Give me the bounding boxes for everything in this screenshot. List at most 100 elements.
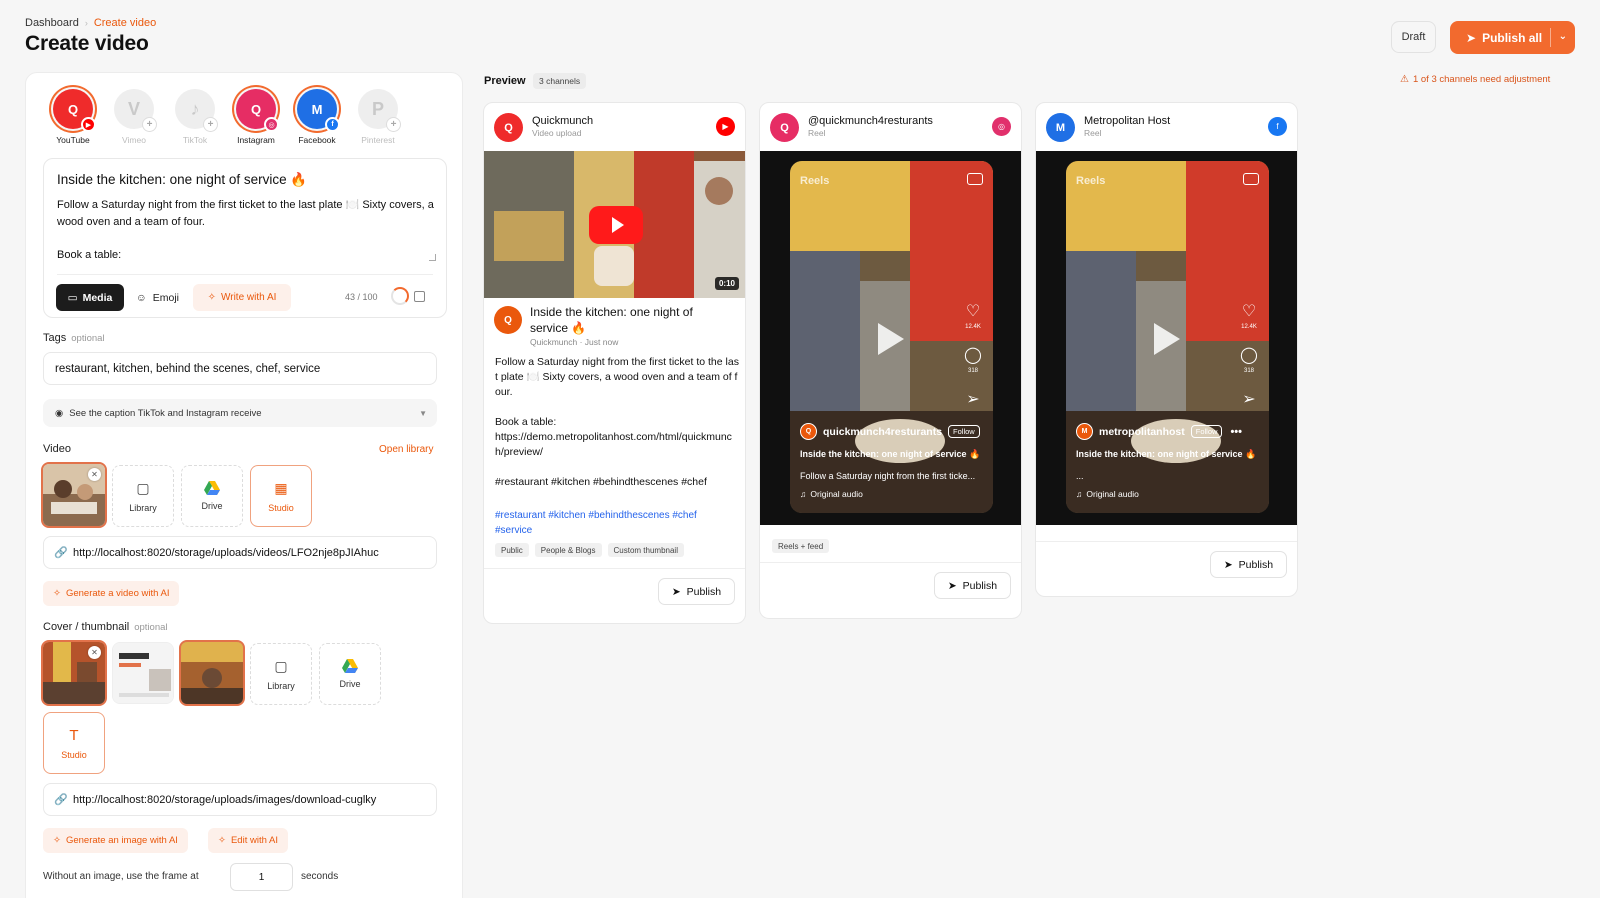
publish-button-facebook[interactable]: ➤ Publish	[1210, 551, 1287, 578]
video-thumbnail-selected[interactable]: ✕	[41, 462, 107, 528]
placement-chip: Reels + feed	[772, 539, 830, 553]
card-channel-name: Metropolitan Host	[1084, 115, 1171, 127]
avatar: M	[1046, 113, 1075, 142]
reels-label: Reels	[1076, 175, 1106, 187]
cover-thumbnail-3-selected[interactable]	[179, 640, 245, 706]
see-caption-toggle[interactable]: ◉ See the caption TikTok and Instagram r…	[43, 399, 437, 427]
tags-input[interactable]: restaurant, kitchen, behind the scenes, …	[43, 352, 437, 385]
heart-icon[interactable]: ♡	[962, 301, 984, 321]
share-icon[interactable]: ➢	[962, 389, 984, 409]
link-icon: 🔗	[54, 547, 68, 559]
resize-handle-icon[interactable]	[429, 254, 436, 261]
channel-facebook[interactable]: M f Facebook	[291, 89, 343, 145]
channel-instagram[interactable]: Q ◎ Instagram	[230, 89, 282, 145]
publish-label: Publish	[686, 585, 722, 598]
emoji-button[interactable]: ☺ Emoji	[136, 284, 179, 311]
write-with-ai-button[interactable]: ✧ Write with AI	[193, 284, 291, 311]
caption-editor[interactable]: Inside the kitchen: one night of service…	[43, 158, 447, 318]
ai-label: Write with AI	[221, 292, 277, 303]
video-preview[interactable]: 0:10	[484, 151, 745, 298]
avatar: Q	[494, 306, 522, 334]
cover-library-tile[interactable]: ▢ Library	[250, 643, 312, 705]
follow-button[interactable]: Follow	[948, 425, 980, 438]
draft-button[interactable]: Draft	[1391, 21, 1436, 53]
heart-icon[interactable]: ♡	[1238, 301, 1260, 321]
reel-preview[interactable]: Reels ♡ 12.4K ◯ 318 ➢ M metropolitanhost…	[1066, 161, 1269, 513]
channel-tiktok[interactable]: ♪ + TikTok	[169, 89, 221, 145]
avatar: M	[1076, 423, 1093, 440]
frame-seconds-input[interactable]: 1	[230, 863, 293, 891]
reels-label: Reels	[800, 175, 830, 187]
reel-preview[interactable]: Reels ♡ 12.4K ◯ 318 ➢ Q quickmunch4restu…	[790, 161, 993, 513]
follow-button[interactable]: Follow	[1190, 425, 1223, 438]
video-drive-tile[interactable]: Drive	[181, 465, 243, 527]
publish-button-youtube[interactable]: ➤ Publish	[658, 578, 735, 605]
channel-youtube[interactable]: Q ▶ YouTube	[47, 89, 99, 145]
play-icon[interactable]	[878, 323, 904, 355]
breadcrumb-dashboard[interactable]: Dashboard	[25, 17, 79, 29]
camera-icon[interactable]	[967, 173, 983, 185]
warning-text: 1 of 3 channels need adjustment	[1412, 74, 1551, 85]
share-icon[interactable]: ➢	[1238, 389, 1260, 409]
google-drive-icon	[342, 659, 358, 673]
divider	[484, 568, 745, 569]
publish-button-instagram[interactable]: ➤ Publish	[934, 572, 1011, 599]
open-library-link[interactable]: Open library	[379, 444, 433, 455]
generate-image-ai-button[interactable]: ✧ Generate an image with AI	[43, 828, 188, 853]
comment-icon[interactable]: ◯	[1238, 345, 1260, 365]
caption-body[interactable]: Follow a Saturday night from the first t…	[57, 197, 437, 231]
cover-studio-tile[interactable]: T Studio	[43, 712, 105, 774]
video-library-tile[interactable]: ▢ Library	[112, 465, 174, 527]
video-url-input[interactable]: 🔗 http://localhost:8020/storage/uploads/…	[43, 536, 437, 569]
tile-label: Library	[267, 680, 295, 691]
preview-icon[interactable]	[414, 291, 425, 302]
comment-icon[interactable]: ◯	[962, 345, 984, 365]
play-icon[interactable]	[1154, 323, 1180, 355]
chevron-down-icon[interactable]: ⌄	[1559, 31, 1567, 42]
camera-icon[interactable]	[1243, 173, 1259, 185]
google-drive-icon	[204, 481, 220, 495]
send-icon: ➤	[1223, 558, 1233, 571]
publish-all-button[interactable]: ➤ Publish all ⌄	[1450, 21, 1575, 54]
sparkle-icon: ✧	[207, 292, 216, 303]
reel-username: metropolitanhost	[1099, 425, 1185, 438]
tiktok-icon: ♪ +	[175, 89, 218, 132]
video-studio-tile[interactable]: ▦ Studio	[250, 465, 312, 527]
edit-with-ai-button[interactable]: ✧ Edit with AI	[208, 828, 288, 853]
card-channel-type: Video upload	[532, 128, 582, 138]
cover-image-web	[113, 643, 173, 703]
cover-drive-tile[interactable]: Drive	[319, 643, 381, 705]
card-channel-name: @quickmunch4resturants	[808, 115, 933, 127]
cover-thumbnail-2[interactable]	[112, 642, 174, 704]
caption-title[interactable]: Inside the kitchen: one night of service…	[57, 172, 307, 188]
reel-description: ...	[1076, 471, 1084, 481]
cover-label: Cover / thumbnail optional	[43, 621, 168, 633]
remove-icon[interactable]: ✕	[88, 646, 101, 659]
remove-icon[interactable]: ✕	[88, 468, 101, 481]
edit-ai-label: Edit with AI	[230, 835, 278, 846]
preview-card-instagram: Q @quickmunch4resturants Reel ◎ Reels ♡ …	[759, 102, 1022, 619]
channel-label: Facebook	[298, 135, 336, 145]
music-note-icon: ♫	[800, 489, 807, 499]
publish-label: Publish	[962, 579, 998, 592]
tags-label: Tags optional	[43, 332, 105, 344]
divider	[760, 562, 1021, 563]
folder-icon: ▢	[136, 479, 150, 496]
cover-url-input[interactable]: 🔗 http://localhost:8020/storage/uploads/…	[43, 783, 437, 816]
media-button[interactable]: ▭ Media	[56, 284, 124, 311]
channel-pinterest[interactable]: P + Pinterest	[352, 89, 404, 145]
adjustment-warning[interactable]: ⚠ 1 of 3 channels need adjustment	[1400, 74, 1550, 85]
play-icon[interactable]	[589, 206, 643, 244]
channel-vimeo[interactable]: V + Vimeo	[108, 89, 160, 145]
cover-thumbnail-1[interactable]: ✕	[41, 640, 107, 706]
reel-user-row: Q quickmunch4resturants Follow	[800, 423, 980, 440]
caption-book-line[interactable]: Book a table:	[57, 249, 121, 261]
video-url-value: http://localhost:8020/storage/uploads/vi…	[73, 546, 379, 559]
generate-video-ai-button[interactable]: ✧ Generate a video with AI	[43, 581, 180, 606]
divider	[57, 274, 433, 275]
youtube-icon: ▶	[716, 117, 735, 136]
avatar-initial: ♪	[190, 98, 200, 119]
more-icon[interactable]: •••	[1230, 426, 1242, 438]
channel-label: Vimeo	[122, 135, 146, 145]
avatar: Q ▶	[53, 89, 96, 132]
